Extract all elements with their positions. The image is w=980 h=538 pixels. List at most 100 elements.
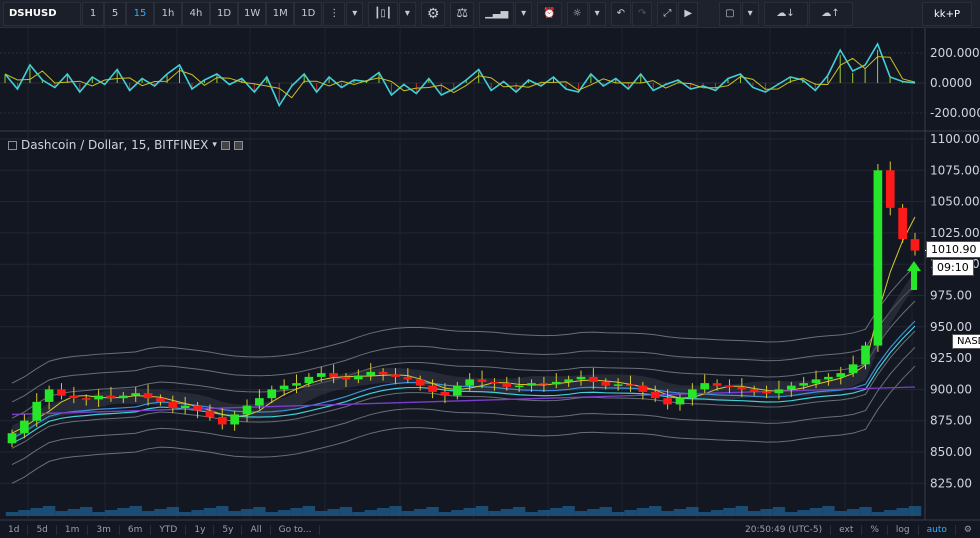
settings-icon[interactable] — [220, 140, 230, 150]
interval-15[interactable]: 15 — [126, 1, 154, 26]
volume-bar — [488, 511, 501, 516]
volume-bar — [191, 510, 204, 516]
fullscreen-icon[interactable]: ⤢ — [657, 1, 678, 26]
candle — [861, 345, 870, 365]
volume-bar — [463, 508, 476, 516]
play-icon[interactable]: ▶ — [678, 1, 699, 26]
interval-1h[interactable]: 1h — [154, 1, 182, 26]
candle — [551, 381, 561, 385]
volume-bar — [512, 507, 526, 516]
candle — [366, 371, 376, 376]
chart-canvas[interactable]: 1100.001075.001050.001025.001000.00975.0… — [0, 28, 980, 522]
user-menu[interactable]: kk+P — [922, 2, 972, 26]
chevron-down-icon[interactable]: ▾ — [398, 1, 416, 26]
symbol-search[interactable]: DSHUSD — [3, 1, 81, 26]
range-1[interactable]: 5d — [28, 525, 57, 535]
interval-5[interactable]: 5 — [104, 1, 126, 26]
chevron-down-icon[interactable]: ▾ — [346, 1, 364, 26]
volume-bar — [859, 507, 872, 516]
range-3[interactable]: 3m — [88, 525, 120, 535]
volume-bar — [710, 510, 724, 516]
candle — [403, 376, 413, 380]
range-5[interactable]: YTD — [151, 525, 187, 535]
volume-bar — [265, 512, 278, 516]
candle — [725, 385, 734, 388]
candle — [156, 398, 165, 402]
candle — [69, 395, 79, 399]
collapse-icon[interactable] — [8, 140, 17, 150]
indicators-icon[interactable]: ▁▃▅ — [479, 1, 515, 26]
volume-bar — [611, 512, 625, 516]
volume-bar — [166, 507, 179, 516]
option-%[interactable]: % — [862, 525, 888, 535]
volume-bar — [809, 508, 823, 516]
range-0[interactable]: 1d — [0, 525, 29, 535]
candle — [415, 379, 425, 386]
interval-1[interactable]: 1 — [82, 1, 104, 26]
option-log[interactable]: log — [888, 525, 919, 535]
volume-bar — [203, 508, 217, 516]
gear-icon[interactable]: ⚙ — [956, 525, 980, 535]
range-8[interactable]: All — [242, 525, 271, 535]
close-icon[interactable] — [233, 140, 243, 150]
chevron-down-icon[interactable]: ▾ — [212, 140, 217, 150]
volume-bar — [389, 506, 402, 516]
candle — [848, 364, 858, 374]
volume-bar — [871, 512, 885, 516]
price-tick: 1050.00 — [930, 195, 980, 209]
background — [0, 28, 980, 522]
volume-bar — [686, 507, 699, 516]
top-toolbar: DSHUSD 1 5 15 1h 4h 1D 1W 1M 1D ⋮ ▾ ┃▯┃ ▾ ⚙ ⚖ ▁▃… — [0, 0, 980, 28]
interval-1D[interactable]: 1D — [210, 1, 238, 26]
ideas-icon[interactable]: ☼ — [566, 1, 588, 26]
more-intervals-button[interactable]: ⋮ — [323, 1, 346, 26]
volume-bar — [129, 506, 142, 516]
volume-bar — [216, 506, 229, 516]
chevron-down-icon[interactable]: ▾ — [515, 1, 533, 26]
range-2[interactable]: 1m — [57, 525, 89, 535]
candle — [428, 385, 437, 392]
candle — [601, 381, 611, 386]
volume-bar — [364, 510, 377, 516]
volume-bar — [636, 508, 650, 516]
volume-bar — [500, 509, 513, 516]
gear-icon[interactable]: ⚙ — [420, 1, 446, 26]
candle — [502, 383, 512, 387]
candle — [626, 384, 635, 386]
chevron-down-icon[interactable]: ▾ — [588, 1, 606, 26]
volume-bar — [574, 511, 588, 516]
candle — [279, 385, 289, 390]
candle — [143, 393, 153, 399]
interval-1D[interactable]: 1D — [294, 1, 323, 26]
osc-tick: -200.0000 — [930, 106, 980, 120]
volume-bar — [884, 510, 897, 516]
interval-4h[interactable]: 4h — [182, 1, 210, 26]
candle — [638, 385, 648, 392]
legend-title[interactable]: Dashcoin / Dollar, 15, BITFINEX — [21, 138, 208, 152]
range-6[interactable]: 1y — [186, 525, 215, 535]
cloud-download-icon[interactable]: ☁↓ — [763, 1, 808, 26]
undo-icon[interactable]: ↶ — [610, 1, 632, 26]
range-4[interactable]: 6m — [120, 525, 152, 535]
chevron-down-icon[interactable]: ▾ — [741, 1, 759, 26]
cloud-upload-icon[interactable]: ☁↑ — [808, 1, 853, 26]
compare-icon[interactable]: ⚖ — [450, 1, 475, 26]
color-square-icon[interactable]: ▢ — [719, 1, 741, 26]
candle — [304, 376, 314, 384]
interval-1W[interactable]: 1W — [238, 1, 267, 26]
option-auto[interactable]: auto — [919, 525, 956, 535]
candle — [452, 385, 462, 396]
redo-icon[interactable]: ↷ — [632, 1, 653, 26]
volume-bar — [649, 506, 662, 516]
alert-icon[interactable]: ⏰ — [537, 1, 562, 26]
range-9[interactable]: Go to... — [271, 525, 321, 535]
range-7[interactable]: 5y — [214, 525, 243, 535]
candle — [255, 398, 264, 406]
interval-1M[interactable]: 1M — [266, 1, 295, 26]
option-ext[interactable]: ext — [831, 525, 863, 535]
volume-bar — [18, 510, 31, 516]
volume-bar — [327, 509, 340, 516]
candle — [737, 386, 747, 390]
price-tick: 1025.00 — [930, 226, 980, 240]
candles-icon[interactable]: ┃▯┃ — [368, 1, 398, 26]
